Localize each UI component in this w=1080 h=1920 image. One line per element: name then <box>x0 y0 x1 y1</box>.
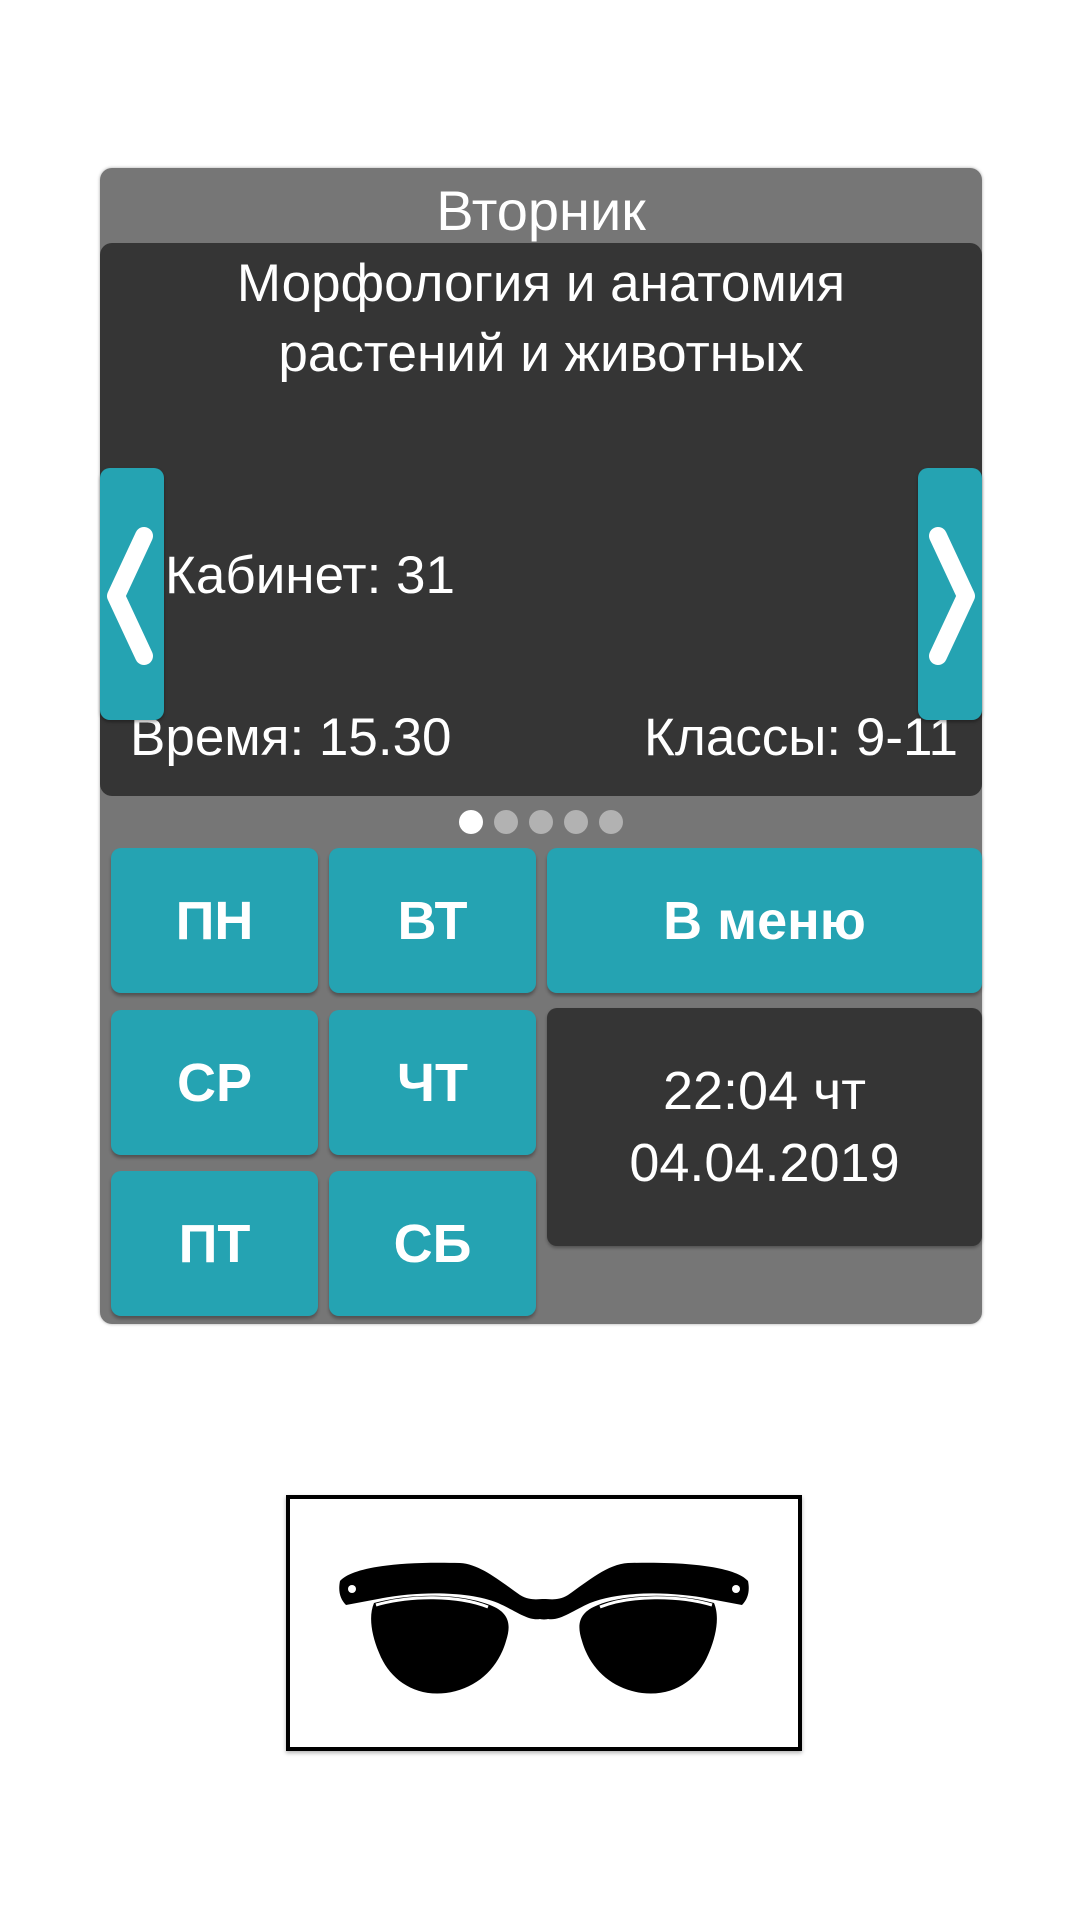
sunglasses-icon <box>339 1562 749 1694</box>
page-dot-3[interactable] <box>529 810 553 834</box>
day-button-fri[interactable]: ПТ <box>111 1171 318 1316</box>
clock-date: 04.04.2019 <box>629 1133 900 1193</box>
menu-button[interactable]: В меню <box>547 848 982 993</box>
lesson-card: Морфология и анатомия растений и животны… <box>100 243 982 796</box>
page-dot-2[interactable] <box>494 810 518 834</box>
lesson-title: Морфология и анатомия растений и животны… <box>236 254 846 383</box>
lesson-time: Время: 15.30 <box>130 708 452 767</box>
day-button-wed[interactable]: СР <box>111 1010 318 1155</box>
lesson-classes: Классы: 9-11 <box>644 708 958 767</box>
day-button-thu[interactable]: ЧТ <box>329 1010 536 1155</box>
chevron-left-icon <box>107 527 153 665</box>
day-button-sat[interactable]: СБ <box>329 1171 536 1316</box>
page-dot-4[interactable] <box>564 810 588 834</box>
day-button-tue[interactable]: ВТ <box>329 848 536 993</box>
lesson-room: Кабинет: 31 <box>165 546 455 605</box>
day-title: Вторник <box>436 179 646 242</box>
prev-lesson-button[interactable] <box>100 468 164 720</box>
next-lesson-button[interactable] <box>918 468 982 720</box>
page-indicator <box>100 810 982 836</box>
chevron-right-icon <box>929 527 975 665</box>
day-button-mon[interactable]: ПН <box>111 848 318 993</box>
clock-display: 22:04 чт 04.04.2019 <box>547 1008 982 1246</box>
page-dot-5[interactable] <box>599 810 623 834</box>
clock-time: 22:04 чт <box>662 1061 866 1121</box>
logo-box <box>286 1495 802 1751</box>
page-dot-1[interactable] <box>459 810 483 834</box>
schedule-panel: Вторник Морфология и анатомия растений и… <box>100 168 982 1324</box>
